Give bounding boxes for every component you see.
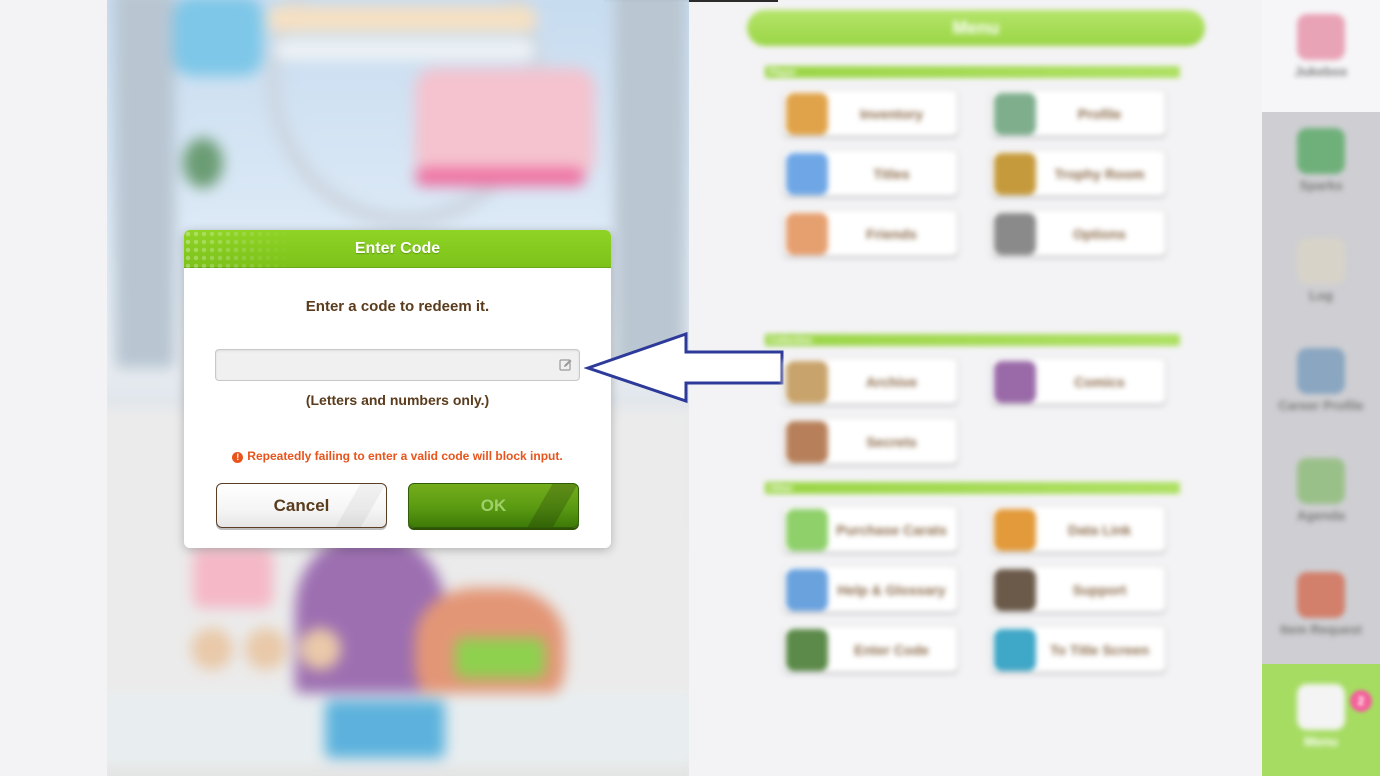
menu-item-help-glossary[interactable]: Help & Glossary [783,566,958,612]
carats-icon [786,509,828,551]
menu-icon [1297,684,1345,730]
warning-icon: ! [232,452,244,463]
menu-item-label: Profile [1077,106,1122,122]
menu-item-label: Enter Code [854,642,929,658]
menu-item-inventory[interactable]: Inventory [783,90,958,136]
sidebar-item-item-request[interactable]: Item Request [1262,572,1380,637]
menu-item-label: Support [1072,582,1127,598]
menu-section-collection: Collection [765,334,1180,346]
right-sidebar: Jukebox Sparks Log Career Profile Agenda Item… [1262,0,1380,776]
title-screen-icon [994,629,1036,671]
sidebar-item-label: Item Request [1280,622,1362,637]
menu-section-other: Other [765,482,1180,494]
instruction-text: Enter a code to redeem it. [305,298,490,315]
item-request-icon [1297,572,1345,618]
menu-item-label: To Title Screen [1049,642,1150,658]
agenda-icon [1297,458,1345,504]
sidebar-item-log[interactable]: Log [1262,238,1380,303]
archive-icon [786,361,828,403]
inventory-icon [786,93,828,135]
code-input[interactable] [222,353,552,377]
profile-icon [994,93,1036,135]
sidebar-item-label: Log [1309,288,1333,303]
trophy-icon [994,153,1036,195]
menu-item-label: Friends [866,226,917,242]
menu-panel: Menu Player Collection Other Inventory Pr… [740,0,1220,776]
screen: Enter Code Enter a code to redeem it. (L… [0,0,1380,776]
menu-item-label: Secrets [866,434,917,450]
menu-item-trophy-room[interactable]: Trophy Room [991,150,1166,196]
sidebar-item-label: Jukebox [1294,64,1348,79]
menu-item-label: Options [1073,226,1126,242]
sidebar-item-career-profile[interactable]: Career Profile [1262,348,1380,413]
menu-item-profile[interactable]: Profile [991,90,1166,136]
jukebox-icon [1297,14,1345,60]
sidebar-item-label: Sparks [1299,178,1343,193]
sidebar-item-label: Agenda [1297,508,1345,523]
menu-item-titles[interactable]: Titles [783,150,958,196]
menu-item-archive[interactable]: Archive [783,358,958,404]
menu-item-secrets[interactable]: Secrets [783,418,958,464]
help-icon [786,569,828,611]
menu-item-support[interactable]: Support [991,566,1166,612]
menu-item-label: Inventory [859,106,923,122]
titles-icon [786,153,828,195]
menu-item-label: Data Link [1067,522,1131,538]
ok-button-label: OK [480,495,507,515]
career-profile-icon [1297,348,1345,394]
sparks-icon [1297,128,1345,174]
edit-pencil-icon [559,359,572,371]
menu-item-comics[interactable]: Comics [991,358,1166,404]
options-gear-icon [994,213,1036,255]
cancel-button[interactable]: Cancel [216,483,387,528]
menu-item-label: Purchase Carats [836,522,947,538]
log-icon [1297,238,1345,284]
dialog-header: Enter Code [184,230,611,268]
friends-icon [786,213,828,255]
cancel-button-label: Cancel [273,495,330,515]
secrets-icon [786,421,828,463]
menu-item-label: Comics [1074,374,1125,390]
data-link-icon [994,509,1036,551]
comics-icon [994,361,1036,403]
input-hint: (Letters and numbers only.) [305,392,490,408]
menu-item-label: Help & Glossary [837,582,946,598]
menu-header: Menu [747,10,1205,46]
menu-item-label: Trophy Room [1054,166,1145,182]
menu-item-options[interactable]: Options [991,210,1166,256]
sidebar-item-jukebox[interactable]: Jukebox [1262,14,1380,79]
menu-item-label: Titles [873,166,910,182]
menu-item-to-title-screen[interactable]: To Title Screen [991,626,1166,672]
warning-message: Repeatedly failing to enter a valid code… [247,449,563,463]
menu-item-label: Archive [865,374,918,390]
menu-item-enter-code[interactable]: Enter Code [783,626,958,672]
menu-item-purchase-carats[interactable]: Purchase Carats [783,506,958,552]
enter-code-dialog: Enter Code Enter a code to redeem it. (L… [184,230,611,548]
sidebar-item-sparks[interactable]: Sparks [1262,128,1380,193]
sidebar-item-label: Career Profile [1278,398,1364,413]
code-input-box[interactable] [215,349,580,381]
sidebar-item-label: Menu [1304,734,1338,749]
warning-text: ! Repeatedly failing to enter a valid cod… [184,449,611,463]
enter-code-icon [786,629,828,671]
sidebar-item-agenda[interactable]: Agenda [1262,458,1380,523]
menu-item-friends[interactable]: Friends [783,210,958,256]
ok-button[interactable]: OK [408,483,579,528]
menu-section-player: Player [765,66,1180,78]
menu-item-data-link[interactable]: Data Link [991,506,1166,552]
dialog-title: Enter Code [354,240,441,257]
menu-notification-badge: 2 [1350,690,1372,712]
support-icon [994,569,1036,611]
